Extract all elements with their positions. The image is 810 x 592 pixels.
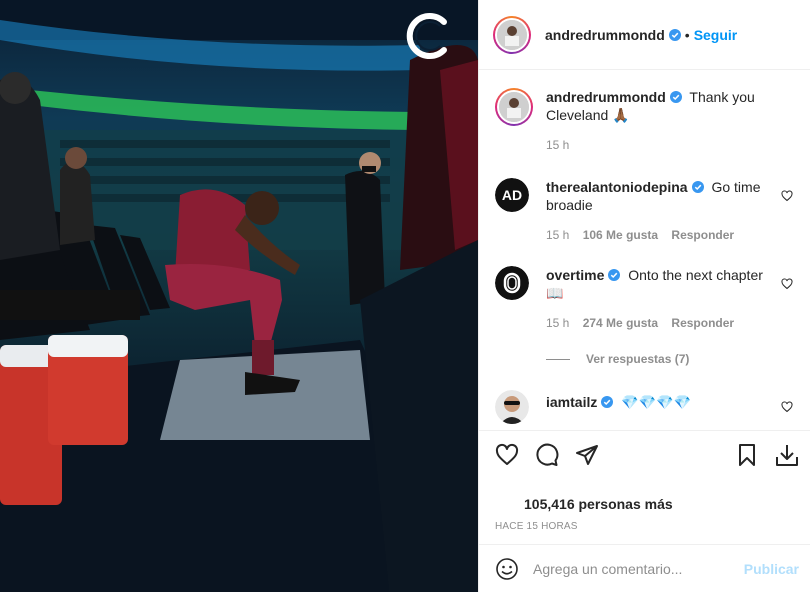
author-avatar[interactable] — [493, 15, 531, 54]
verified-badge-icon — [608, 269, 621, 281]
post-header: andredrummondd • Seguir — [479, 0, 810, 70]
verified-badge-icon — [668, 28, 681, 41]
caption-time[interactable]: 15 h — [546, 138, 569, 152]
replies-divider — [546, 358, 570, 360]
svg-text:AD: AD — [502, 187, 522, 203]
view-replies-button[interactable]: Ver respuestas (7) — [546, 352, 689, 366]
overtime-logo-avatar — [495, 266, 529, 300]
emoji-icon[interactable] — [495, 557, 519, 581]
download-icon[interactable] — [775, 443, 799, 467]
heart-icon[interactable] — [495, 443, 519, 467]
comment-text: 💎💎💎💎 — [621, 394, 691, 410]
comment-like-heart-icon[interactable] — [781, 278, 793, 290]
post-photo[interactable] — [0, 0, 478, 592]
comment-like-heart-icon[interactable] — [781, 190, 793, 202]
comment-like-heart-icon[interactable] — [781, 401, 793, 413]
comment-username[interactable]: therealantoniodepina — [546, 179, 688, 195]
comment-username[interactable]: overtime — [546, 267, 604, 283]
verified-badge-icon — [601, 396, 614, 408]
comment-time[interactable]: 15 h — [546, 228, 569, 242]
share-icon[interactable] — [575, 443, 599, 467]
caption-avatar-image — [499, 92, 529, 122]
comment-likes[interactable]: 106 Me gusta — [583, 228, 658, 242]
reply-button[interactable]: Responder — [671, 316, 734, 330]
likes-count[interactable]: 105,416 personas más — [524, 496, 673, 512]
caption-username[interactable]: andredrummondd — [546, 89, 666, 105]
author-avatar-image — [497, 19, 527, 50]
comments-list[interactable]: andredrummondd Thank you Cleveland 🙏🏾 15… — [479, 70, 810, 430]
follow-button[interactable]: Seguir — [694, 27, 738, 43]
iamtailz-avatar-image — [495, 390, 529, 424]
verified-badge-icon — [691, 181, 704, 193]
reply-button[interactable]: Responder — [671, 228, 734, 242]
arena-photo-illustration — [0, 0, 478, 592]
publish-button[interactable]: Publicar — [744, 561, 799, 577]
comment-avatar[interactable] — [495, 266, 529, 300]
comment-avatar[interactable]: AD — [495, 178, 529, 212]
comment-icon[interactable] — [535, 443, 559, 467]
header-separator: • — [684, 26, 690, 43]
comment-likes[interactable]: 274 Me gusta — [583, 316, 658, 330]
post-timestamp[interactable]: HACE 15 HORAS — [495, 521, 578, 532]
view-replies-label: Ver respuestas (7) — [586, 352, 690, 366]
post-details-panel: andredrummondd • Seguir andredrummondd T… — [478, 0, 810, 592]
antoniodepina-logo-avatar: AD — [495, 178, 529, 212]
comment-input[interactable] — [533, 560, 744, 577]
bookmark-icon[interactable] — [735, 443, 759, 467]
caption-avatar[interactable] — [495, 88, 533, 126]
author-username[interactable]: andredrummondd — [545, 27, 665, 43]
comment-time[interactable]: 15 h — [546, 316, 569, 330]
post-actions: 105,416 personas más HACE 15 HORAS — [479, 430, 810, 544]
comment-username[interactable]: iamtailz — [546, 394, 597, 410]
verified-badge-icon — [669, 91, 682, 103]
add-comment-bar: Publicar — [479, 544, 810, 592]
comment-avatar[interactable] — [495, 390, 529, 424]
